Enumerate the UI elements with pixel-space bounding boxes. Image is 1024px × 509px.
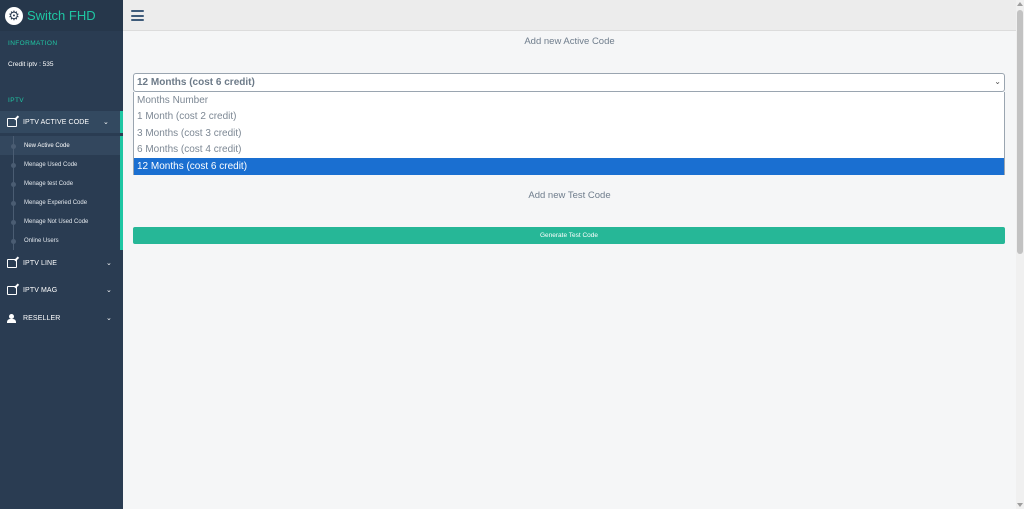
months-select[interactable]: 12 Months (cost 6 credit) ⌄ [133, 73, 1005, 92]
menu-reseller[interactable]: RESELLER ⌄ [0, 307, 123, 329]
chevron-down-icon: ⌄ [994, 77, 1001, 86]
information-label: INFORMATION [8, 40, 58, 47]
months-select-value: 12 Months (cost 6 credit) [137, 77, 255, 88]
menu-iptv-mag[interactable]: IPTV MAG ⌄ [0, 279, 123, 301]
menu-label: IPTV LINE [23, 259, 57, 267]
chevron-down-icon: ⌄ [103, 119, 109, 126]
main-content: Add new Active Code 12 Months (cost 6 cr… [123, 31, 1016, 509]
brand[interactable]: ⚙ Switch FHD [0, 0, 123, 31]
menu-toggle-icon[interactable] [131, 10, 144, 21]
generate-test-code-button[interactable]: Generate Test Code [133, 227, 1005, 244]
page-scrollbar[interactable] [1016, 0, 1024, 509]
scroll-down-arrow-icon[interactable] [1017, 503, 1023, 507]
scroll-thumb[interactable] [1017, 10, 1023, 254]
submenu-item-new-active-code[interactable]: New Active Code [0, 136, 120, 155]
option-1-month[interactable]: 1 Month (cost 2 credit) [134, 109, 1004, 126]
submenu-item-menage-experied-code[interactable]: Menage Experied Code [0, 193, 120, 212]
option-6-months[interactable]: 6 Months (cost 4 credit) [134, 142, 1004, 159]
brand-title: Switch FHD [27, 8, 96, 23]
menu-label: RESELLER [23, 314, 61, 322]
submenu-item-menage-used-code[interactable]: Menage Used Code [0, 155, 120, 174]
submenu-item-menage-not-used-code[interactable]: Menage Not Used Code [0, 212, 120, 231]
topbar [123, 0, 1016, 31]
submenu-item-online-users[interactable]: Online Users [0, 231, 120, 250]
submenu-item-menage-test-code[interactable]: Menage test Code [0, 174, 120, 193]
edit-icon [7, 285, 17, 295]
option-months-number[interactable]: Months Number [134, 92, 1004, 109]
iptv-label: IPTV [8, 97, 25, 104]
edit-icon [7, 117, 17, 127]
user-icon [7, 313, 17, 323]
active-code-heading: Add new Active Code [524, 36, 615, 47]
months-dropdown: Months Number 1 Month (cost 2 credit) 3 … [133, 92, 1005, 175]
chevron-down-icon: ⌄ [106, 260, 112, 267]
sidebar: ⚙ Switch FHD INFORMATION Credit iptv : 5… [0, 0, 123, 509]
submenu-active-code: New Active Code Menage Used Code Menage … [0, 136, 123, 250]
menu-iptv-line[interactable]: IPTV LINE ⌄ [0, 252, 123, 274]
chevron-down-icon: ⌄ [106, 287, 112, 294]
test-code-heading: Add new Test Code [528, 190, 611, 201]
menu-iptv-active-code[interactable]: IPTV ACTIVE CODE ⌄ [0, 111, 123, 133]
gear-icon: ⚙ [5, 6, 23, 25]
chevron-down-icon: ⌄ [106, 315, 112, 322]
credit-text: Credit iptv : 535 [8, 61, 54, 68]
menu-label: IPTV MAG [23, 286, 58, 294]
edit-icon [7, 258, 17, 268]
menu-label: IPTV ACTIVE CODE [23, 118, 90, 126]
option-3-months[interactable]: 3 Months (cost 3 credit) [134, 125, 1004, 142]
option-12-months[interactable]: 12 Months (cost 6 credit) [134, 158, 1004, 175]
scroll-up-arrow-icon[interactable] [1017, 2, 1023, 6]
